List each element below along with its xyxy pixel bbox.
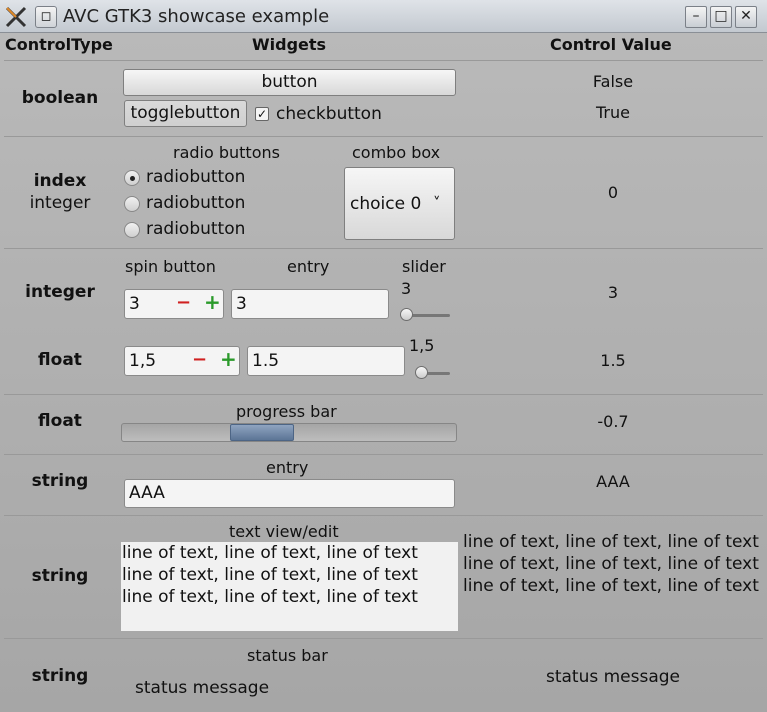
value-text-line: line of text, line of text, line of text	[463, 576, 759, 596]
row-type-integer: integer	[25, 282, 95, 302]
radio-button-2[interactable]	[124, 222, 140, 238]
radio-label-1: radiobutton	[146, 193, 246, 213]
window-menu-icon[interactable]: ◻	[35, 6, 57, 28]
text-line: line of text, line of text, line of text	[122, 543, 418, 563]
window-title: AVC GTK3 showcase example	[63, 6, 330, 27]
plus-icon[interactable]: +	[220, 345, 237, 373]
slider-value-label: 3	[401, 279, 412, 298]
entry-float[interactable]: 1.5	[247, 346, 405, 376]
slider-value-label: 1,5	[409, 336, 435, 355]
spin-button-integer[interactable]: 3 − +	[124, 289, 224, 319]
radio-button-1[interactable]	[124, 196, 140, 212]
entry-integer[interactable]: 3	[231, 289, 389, 319]
progress-caption: progress bar	[236, 402, 337, 421]
push-button[interactable]: button	[123, 69, 456, 96]
value-progress: -0.7	[597, 412, 629, 431]
radio-label-0: radiobutton	[146, 167, 246, 187]
text-line: line of text, line of text, line of text	[122, 565, 418, 585]
radio-caption: radio buttons	[173, 143, 280, 162]
spin-button-float[interactable]: 1,5 − +	[124, 346, 240, 376]
progress-bar	[121, 423, 457, 442]
combo-value: choice 0	[350, 194, 422, 214]
toggle-button[interactable]: togglebutton	[124, 100, 247, 127]
row-type-float: float	[38, 350, 82, 370]
statusbar-caption: status bar	[247, 646, 328, 665]
chevron-down-icon: ˅	[433, 194, 441, 212]
checkbutton-checkbox[interactable]: ✓	[255, 107, 269, 121]
row-divider	[4, 638, 763, 639]
row-type-progress: float	[38, 411, 82, 431]
slider-caption: slider	[402, 257, 446, 276]
row-type-boolean: boolean	[21, 88, 99, 108]
value-status: status message	[545, 667, 681, 687]
slider-knob[interactable]	[400, 308, 413, 321]
row-type-index: index	[33, 171, 87, 191]
header-control-type: ControlType	[5, 35, 113, 54]
progress-bar-fill	[230, 424, 294, 441]
spin-caption: spin button	[125, 257, 216, 276]
row-divider	[4, 60, 763, 61]
entry-caption: entry	[266, 458, 309, 477]
minus-icon[interactable]: −	[176, 289, 191, 317]
slider-knob[interactable]	[415, 366, 428, 379]
value-string-entry: AAA	[596, 472, 630, 491]
close-icon[interactable]: ✕	[735, 6, 757, 28]
combo-box[interactable]: choice 0 ˅	[344, 167, 455, 240]
checkbutton-label: checkbutton	[276, 104, 382, 124]
row-divider	[4, 454, 763, 455]
value-text-line: line of text, line of text, line of text	[463, 532, 759, 552]
value-float: 1.5	[600, 351, 626, 370]
row-divider	[4, 394, 763, 395]
entry-caption: entry	[287, 257, 330, 276]
textview-caption: text view/edit	[229, 522, 339, 541]
app-logo-icon	[5, 6, 27, 28]
showcase-table: ControlType Widgets Control Value boolea…	[0, 33, 767, 712]
value-text-view: line of text, line of text, line of text…	[463, 531, 763, 597]
spin-value: 3	[129, 294, 140, 314]
window-titlebar[interactable]: ◻ AVC GTK3 showcase example – □ ✕	[0, 0, 767, 33]
status-bar: status message	[135, 678, 270, 698]
radio-button-0[interactable]	[124, 170, 140, 186]
value-integer: 3	[607, 283, 619, 302]
value-button: False	[592, 72, 634, 91]
value-togglebutton: True	[596, 103, 630, 122]
spin-value: 1,5	[129, 351, 157, 371]
row-type-string-status: string	[31, 666, 89, 686]
string-entry[interactable]: AAA	[124, 479, 455, 508]
header-control-value: Control Value	[550, 35, 672, 54]
row-divider	[4, 248, 763, 249]
radio-label-2: radiobutton	[146, 219, 246, 239]
row-divider	[4, 136, 763, 137]
row-type-index-integer: integer	[29, 193, 91, 213]
value-index: 0	[607, 183, 619, 202]
row-type-string: string	[31, 471, 89, 491]
minus-icon[interactable]: −	[192, 346, 207, 374]
value-text-line: line of text, line of text, line of text	[463, 554, 759, 574]
text-line: line of text, line of text, line of text	[122, 587, 418, 607]
text-view[interactable]: line of text, line of text, line of text…	[121, 542, 458, 631]
maximize-icon[interactable]: □	[710, 6, 732, 28]
combo-caption: combo box	[352, 143, 441, 162]
header-widgets: Widgets	[252, 35, 327, 54]
row-type-string-text: string	[31, 566, 89, 586]
row-divider	[4, 515, 763, 516]
plus-icon[interactable]: +	[204, 288, 221, 316]
minimize-icon[interactable]: –	[685, 6, 707, 28]
